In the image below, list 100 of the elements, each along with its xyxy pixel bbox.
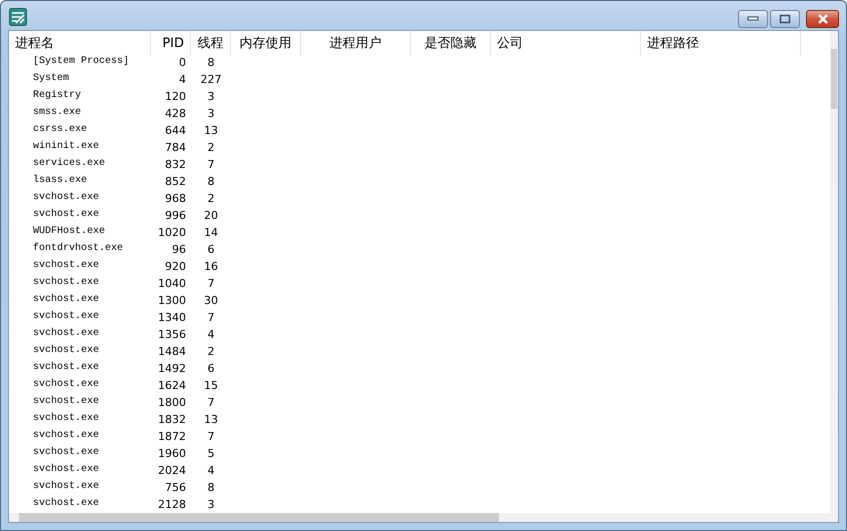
table-cell: 428 xyxy=(165,107,186,120)
table-cell: 2024 xyxy=(158,464,186,477)
table-cell: WUDFHost.exe xyxy=(33,226,106,237)
maximize-button[interactable] xyxy=(770,10,800,28)
table-cell: 4 xyxy=(208,464,214,477)
table-cell: 756 xyxy=(165,481,186,494)
table-cell: svchost.exe xyxy=(33,396,100,407)
close-icon xyxy=(816,14,830,24)
table-cell: svchost.exe xyxy=(33,260,100,271)
table-cell: 7 xyxy=(208,311,214,324)
column-header[interactable]: 进程用户 xyxy=(330,31,382,56)
table-cell: 1872 xyxy=(158,430,186,443)
close-button[interactable] xyxy=(806,10,839,28)
table-cell: 5 xyxy=(208,447,214,460)
table-cell: svchost.exe xyxy=(33,379,100,390)
table-cell: svchost.exe xyxy=(33,277,100,288)
table-cell: 1300 xyxy=(158,294,186,307)
table-cell: 920 xyxy=(165,260,186,273)
table-cell: svchost.exe xyxy=(33,362,100,373)
table-cell: System xyxy=(33,73,70,84)
table-cell: 96 xyxy=(172,243,186,256)
horizontal-scrollbar[interactable] xyxy=(9,513,838,522)
column-header[interactable]: 内存使用 xyxy=(240,31,292,56)
table-cell: 7 xyxy=(208,158,214,171)
maximize-icon xyxy=(779,14,791,24)
table-cell: 2128 xyxy=(158,498,186,511)
table-cell: svchost.exe xyxy=(33,498,100,509)
table-cell: 13 xyxy=(204,124,218,137)
table-cell: svchost.exe xyxy=(33,481,100,492)
table-cell: 1800 xyxy=(158,396,186,409)
table-cell: 1484 xyxy=(158,345,186,358)
table-cell: 7 xyxy=(208,396,214,409)
column-header[interactable]: 公司 xyxy=(497,31,523,56)
table-cell: 1340 xyxy=(158,311,186,324)
table-cell: 30 xyxy=(204,294,218,307)
table-cell: 8 xyxy=(208,175,214,188)
table-cell: 7 xyxy=(208,430,214,443)
table-cell: 227 xyxy=(200,73,222,86)
table-cell: 996 xyxy=(165,209,186,222)
column-header[interactable]: 进程路径 xyxy=(647,31,699,56)
table-cell: wininit.exe xyxy=(33,141,100,152)
table-cell: 2 xyxy=(208,345,214,358)
table-cell: 1040 xyxy=(158,277,186,290)
table-cell: Registry xyxy=(33,90,82,101)
table-cell: 8 xyxy=(208,56,214,69)
app-icon xyxy=(9,8,27,26)
table-cell: [System Process] xyxy=(33,56,130,67)
table-cell: services.exe xyxy=(33,158,106,169)
vertical-scrollbar[interactable] xyxy=(830,31,838,513)
column-header[interactable]: 进程名 xyxy=(15,31,54,56)
table-cell: 784 xyxy=(165,141,186,154)
table-cell: 2 xyxy=(208,192,214,205)
minimize-icon xyxy=(747,16,759,22)
table-cell: svchost.exe xyxy=(33,447,100,458)
table-cell: svchost.exe xyxy=(33,413,100,424)
table-cell: 16 xyxy=(204,260,218,273)
minimize-button[interactable] xyxy=(738,10,768,28)
table-cell: smss.exe xyxy=(33,107,82,118)
table-cell: 3 xyxy=(208,107,214,120)
table-cell: 3 xyxy=(208,90,214,103)
table-cell: 120 xyxy=(165,90,186,103)
scrollbar-thumb[interactable] xyxy=(19,513,499,522)
table-cell: 832 xyxy=(165,158,186,171)
table-cell: 644 xyxy=(165,124,186,137)
column-header[interactable]: 线程 xyxy=(198,31,224,56)
table-cell: 1020 xyxy=(158,226,186,239)
table-cell: 0 xyxy=(179,56,186,69)
table-cell: 1492 xyxy=(158,362,186,375)
table-cell: 1356 xyxy=(158,328,186,341)
table-cell: svchost.exe xyxy=(33,328,100,339)
table-cell: svchost.exe xyxy=(33,311,100,322)
table-cell: 1960 xyxy=(158,447,186,460)
column-header[interactable]: 是否隐藏 xyxy=(424,31,476,56)
table-cell: 852 xyxy=(165,175,186,188)
table-cell: 13 xyxy=(204,413,218,426)
table-cell: 6 xyxy=(208,362,214,375)
table-cell: 4 xyxy=(208,328,214,341)
table-cell: svchost.exe xyxy=(33,464,100,475)
table-cell: 7 xyxy=(208,277,214,290)
table-cell: 15 xyxy=(204,379,218,392)
column-header[interactable]: PID xyxy=(162,31,184,56)
table-cell: 14 xyxy=(204,226,218,239)
table-cell: svchost.exe xyxy=(33,294,100,305)
table-cell: 968 xyxy=(165,192,186,205)
scrollbar-thumb[interactable] xyxy=(831,49,837,109)
table-cell: lsass.exe xyxy=(33,175,88,186)
table-cell: svchost.exe xyxy=(33,430,100,441)
table-cell: 3 xyxy=(208,498,214,511)
table-cell: csrss.exe xyxy=(33,124,88,135)
table-cell: 1832 xyxy=(158,413,186,426)
table-cell: 2 xyxy=(208,141,214,154)
table-cell: svchost.exe xyxy=(33,209,100,220)
table-cell: 4 xyxy=(179,73,186,86)
table-cell: 8 xyxy=(208,481,214,494)
table-cell: 1624 xyxy=(158,379,186,392)
table-cell: 6 xyxy=(208,243,214,256)
table-cell: 20 xyxy=(204,209,218,222)
table-cell: svchost.exe xyxy=(33,192,100,203)
table-cell: fontdrvhost.exe xyxy=(33,243,124,254)
table-cell: svchost.exe xyxy=(33,345,100,356)
